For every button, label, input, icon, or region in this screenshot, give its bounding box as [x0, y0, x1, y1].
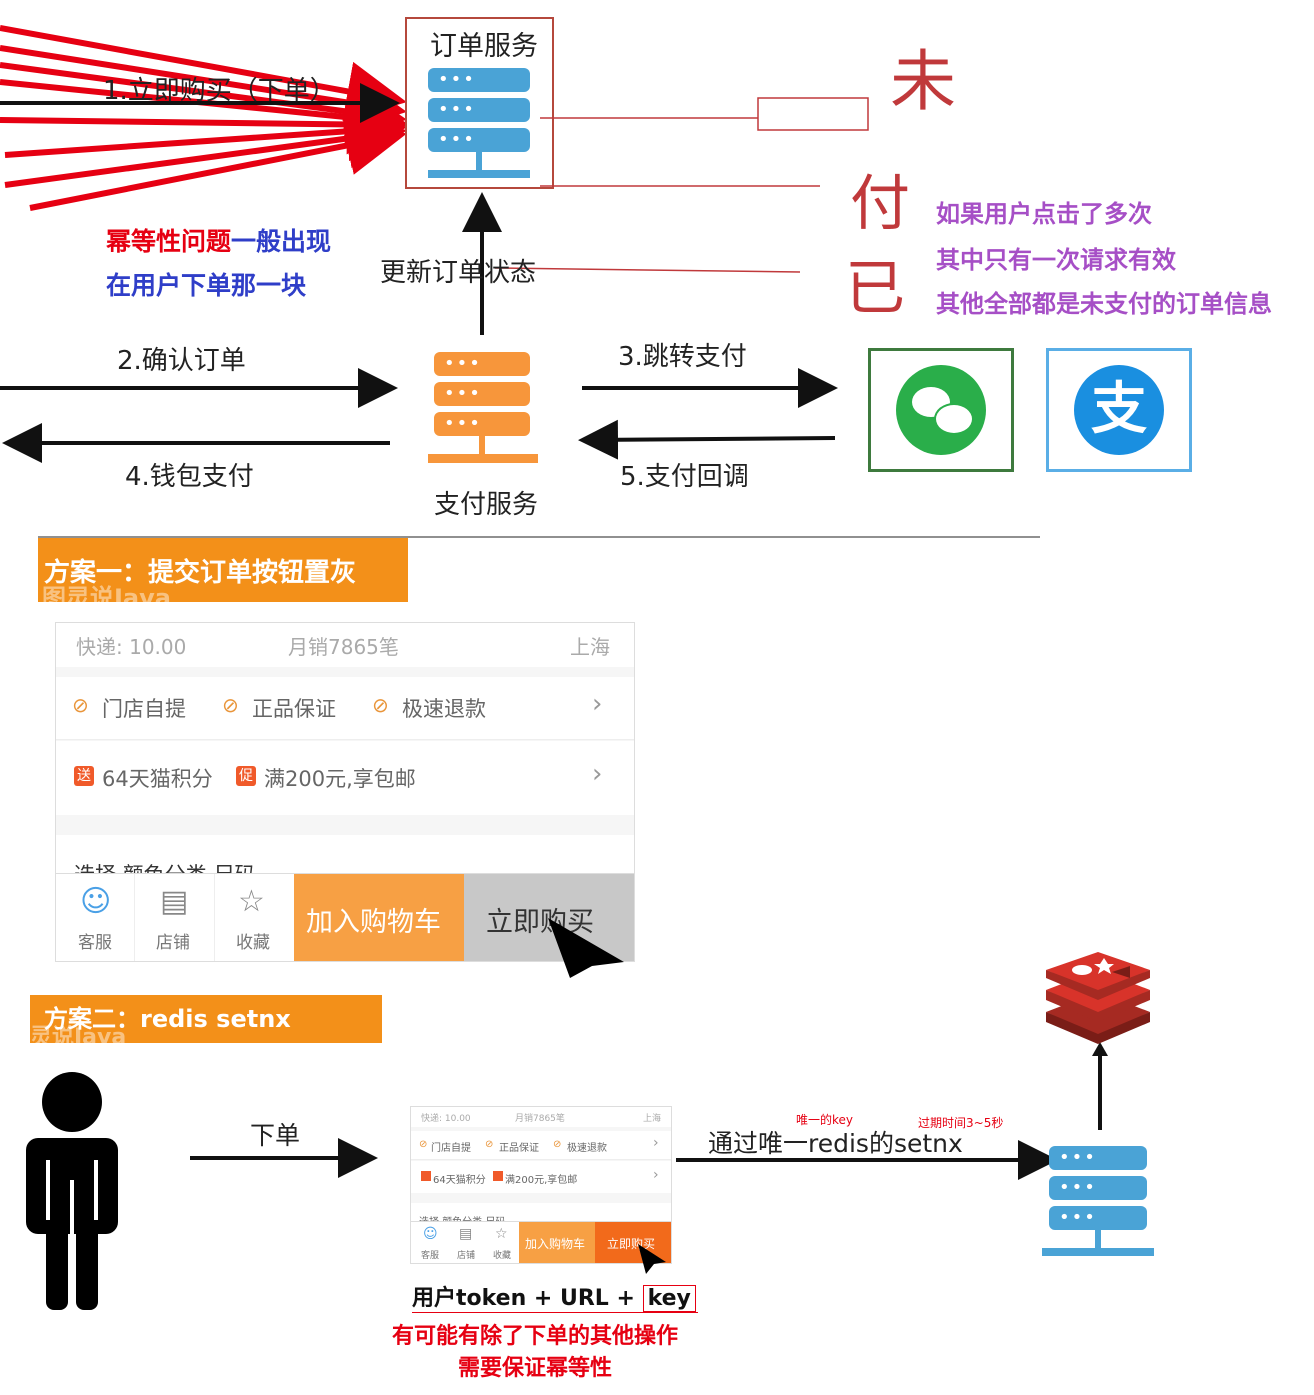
star-icon: ☆ — [238, 884, 265, 919]
wechat-icon — [896, 365, 986, 455]
tab-customer-service[interactable]: ☺ 客服 — [56, 874, 135, 961]
cursor-icon — [548, 918, 624, 978]
tab-favorite[interactable]: ☆ 收藏 — [214, 874, 294, 961]
expire-note: 过期时间3~5秒 — [918, 1116, 1004, 1130]
idempotency-note-line2: 在用户下单那一块 — [106, 271, 307, 300]
check-icon: ⊘ — [72, 693, 89, 717]
unique-key-note: 唯一的key — [796, 1113, 854, 1127]
order-server-icon: ••• ••• ••• — [428, 68, 530, 182]
store-icon: ▤ — [459, 1226, 473, 1242]
monthly-sales: 月销7865笔 — [288, 635, 399, 659]
to-redis-arrow — [1092, 1042, 1108, 1128]
watermark: 灵说Java — [30, 1025, 127, 1043]
pay-service-label: 支付服务 — [434, 490, 539, 520]
mini-add-cart-button[interactable]: 加入购物车 — [519, 1222, 595, 1263]
shipping-fee: 快递: 10.00 — [76, 635, 187, 659]
chevron-right-icon: › — [592, 759, 603, 789]
pay-server-icon: ••• ••• ••• — [428, 352, 538, 466]
handwritten-paid: 已 — [845, 254, 905, 324]
update-status-label: 更新订单状态 — [380, 258, 537, 288]
wechat-pay-box — [868, 348, 1014, 472]
service-features-row[interactable]: ⊘ 门店自提 ⊘ 正品保证 ⊘ 极速退款 › — [56, 677, 634, 740]
check-icon: ⊘ — [372, 693, 389, 717]
repeated-request-arrows — [0, 25, 407, 211]
buy-now-label: 1.立即购买（下单） — [103, 76, 336, 106]
app-server-icon: ••• ••• ••• — [1042, 1146, 1154, 1258]
place-order-label: 下单 — [250, 1121, 301, 1150]
idempotency-note-line1: 幂等性问题一般出现 — [106, 227, 332, 256]
mini-cursor-icon — [638, 1244, 666, 1274]
chevron-right-icon: › — [592, 689, 603, 719]
order-service-label: 订单服务 — [430, 31, 538, 62]
plan1-banner: 方案一：提交订单按钮置灰 图灵说Java — [38, 538, 408, 602]
location: 上海 — [570, 635, 610, 659]
jump-pay-label: 3.跳转支付 — [618, 342, 747, 372]
handwritten-pay: 付 — [850, 169, 910, 239]
check-icon: ⊘ — [222, 693, 239, 717]
plan2-banner: 方案二：redis setnx 灵说Java — [30, 995, 382, 1043]
chat-icon: ☺ — [423, 1226, 438, 1242]
plan2-product-page: 快递: 10.00 月销7865笔 上海 ⊘ 门店自提 ⊘ 正品保证 ⊘ 极速退款 ›… — [410, 1106, 672, 1264]
chat-icon: ☺ — [80, 884, 112, 919]
alipay-icon: 支 — [1074, 365, 1164, 455]
multi-click-note-1: 如果用户点击了多次 — [936, 200, 1152, 228]
promo-row[interactable]: 送 64天猫积分 促 满200元,享包邮 › — [56, 741, 634, 815]
redis-icon — [1046, 952, 1150, 1044]
pay-callback-arrow — [578, 419, 836, 460]
gift-tag: 送 — [74, 765, 94, 786]
select-row[interactable]: 选择 颜色分类 尺码 — [56, 835, 634, 875]
star-icon: ☆ — [495, 1226, 508, 1242]
promo-tag: 促 — [236, 765, 256, 786]
confirm-order-label: 2.确认订单 — [117, 346, 246, 376]
token-url-key: 用户token + URL + key — [412, 1280, 698, 1313]
key-box: key — [642, 1285, 696, 1312]
add-to-cart-button[interactable]: 加入购物车 — [294, 874, 464, 961]
wallet-pay-label: 4.钱包支付 — [125, 462, 254, 492]
alipay-box: 支 — [1046, 348, 1192, 472]
plan1-product-page: 快递: 10.00 月销7865笔 上海 ⊘ 门店自提 ⊘ 正品保证 ⊘ 极速退… — [55, 622, 635, 962]
tab-store[interactable]: ▤ 店铺 — [134, 874, 215, 961]
multi-click-note-3: 其他全部都是未支付的订单信息 — [936, 290, 1272, 318]
store-icon: ▤ — [160, 884, 189, 919]
pay-callback-label: 5.支付回调 — [620, 462, 749, 492]
multi-click-note-2: 其中只有一次请求有效 — [936, 246, 1176, 274]
note-idempotent: 需要保证幂等性 — [458, 1356, 613, 1381]
note-other-ops: 有可能有除了下单的其他操作 — [392, 1324, 679, 1349]
handwritten-lines — [494, 97, 869, 273]
handwritten-unpaid: 未 — [890, 43, 956, 120]
watermark: 图灵说Java — [42, 584, 171, 602]
